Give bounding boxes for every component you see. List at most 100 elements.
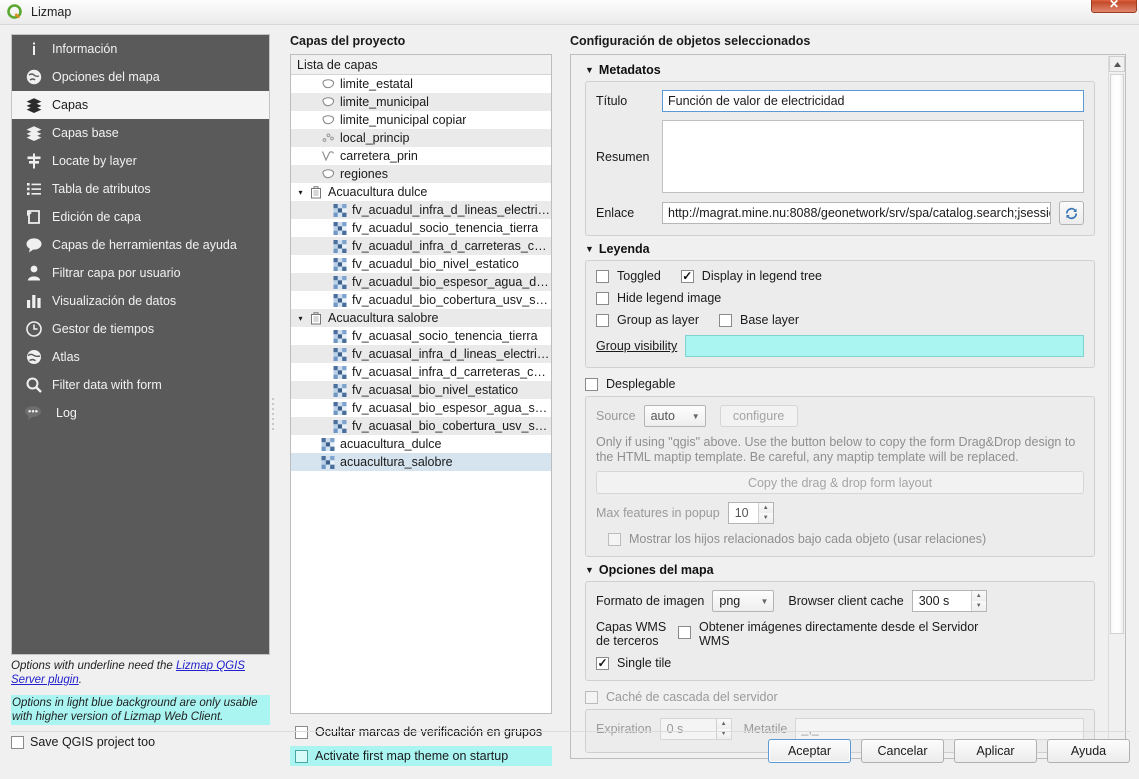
layer-tree-row[interactable]: fv_acuasal_bio_nivel_estatico: [291, 381, 551, 399]
sidebar-item-edicion-de-capa[interactable]: Edición de capa: [12, 203, 269, 231]
cancel-button[interactable]: Cancelar: [861, 739, 944, 763]
save-qgis-project-checkbox[interactable]: [11, 735, 24, 749]
window-title: Lizmap: [31, 5, 72, 19]
sidebar-item-log[interactable]: Log: [12, 399, 269, 427]
layer-tree-row[interactable]: fv_acuadul_bio_espesor_agua_du…: [291, 273, 551, 291]
sidebar-item-atlas[interactable]: Atlas: [12, 343, 269, 371]
sidebar-item-label: Atlas: [52, 350, 80, 364]
sidebar-item-tabla-de-atributos[interactable]: Tabla de atributos: [12, 175, 269, 203]
spinner-buttons[interactable]: ▲ ▼: [970, 591, 986, 611]
layer-tree-row[interactable]: fv_acuasal_infra_d_carreteras_ca…: [291, 363, 551, 381]
enlace-input[interactable]: http://magrat.mine.nu:8088/geonetwork/sr…: [662, 202, 1051, 224]
sidebar-item-gestor-de-tiempos[interactable]: Gestor de tiempos: [12, 315, 269, 343]
titulo-input[interactable]: Función de valor de electricidad: [662, 90, 1084, 112]
expiration-value: 0 s: [666, 722, 684, 736]
group-visibility-input[interactable]: [685, 335, 1084, 357]
source-select[interactable]: auto ▼: [643, 405, 706, 427]
leyenda-section-header[interactable]: ▼ Leyenda: [585, 242, 1095, 256]
layer-tree-row[interactable]: fv_acuadul_bio_nivel_estatico: [291, 255, 551, 273]
base-layer-checkbox[interactable]: [718, 313, 732, 327]
layer-tree-row[interactable]: limite_municipal copiar: [291, 111, 551, 129]
cascade-cache-checkbox[interactable]: [585, 690, 598, 704]
hide-legend-image-checkbox[interactable]: [596, 291, 609, 305]
refresh-icon[interactable]: [1059, 201, 1084, 225]
wms-direct-checkbox[interactable]: [678, 626, 691, 639]
accept-button[interactable]: Aceptar: [768, 739, 851, 763]
sidebar-item-informacion[interactable]: Información: [12, 35, 269, 63]
layer-tree[interactable]: limite_estatal limite_municipal limite_mun…: [291, 75, 551, 713]
help-button[interactable]: Ayuda: [1047, 739, 1130, 763]
toggled-checkbox[interactable]: [596, 269, 609, 283]
config-vertical-scrollbar[interactable]: [1108, 56, 1125, 758]
layer-tree-row[interactable]: limite_municipal: [291, 93, 551, 111]
metatile-input[interactable]: _,_: [795, 718, 1084, 740]
single-tile-row[interactable]: Single tile: [596, 656, 1084, 670]
layer-tree-row[interactable]: fv_acuadul_infra_d_carreteras_ca…: [291, 237, 551, 255]
layer-tree-row[interactable]: limite_estatal: [291, 75, 551, 93]
spinner-up-icon[interactable]: ▲: [971, 591, 986, 601]
layer-tree-row[interactable]: fv_acuasal_bio_cobertura_usv_svi…: [291, 417, 551, 435]
save-qgis-project-row[interactable]: Save QGIS project too: [11, 735, 270, 749]
layer-tree-row[interactable]: acuacultura_dulce: [291, 435, 551, 453]
desplegable-row[interactable]: Desplegable: [585, 377, 1095, 391]
layer-tree-row[interactable]: fv_acuasal_socio_tenencia_tierra: [291, 327, 551, 345]
scroll-up-button[interactable]: [1109, 56, 1125, 72]
group-as-layer-checkbox[interactable]: [596, 313, 609, 327]
sidebar-item-filter-data-with-form[interactable]: Filter data with form: [12, 371, 269, 399]
show-children-row[interactable]: Mostrar los hijos relacionados bajo cada…: [596, 532, 1084, 546]
activate-theme-row[interactable]: Activate first map theme on startup: [290, 746, 552, 766]
scrollbar-track[interactable]: [1109, 72, 1125, 743]
hide-checkmarks-checkbox[interactable]: [295, 725, 308, 739]
close-button[interactable]: ✕: [1091, 0, 1137, 13]
spinner-up-icon[interactable]: ▲: [716, 719, 731, 729]
layer-tree-row[interactable]: fv_acuasal_bio_espesor_agua_sal…: [291, 399, 551, 417]
layer-tree-row[interactable]: local_princip: [291, 129, 551, 147]
activate-theme-checkbox[interactable]: [295, 749, 308, 763]
browser-cache-label: Browser client cache: [788, 594, 904, 608]
spinner-buttons[interactable]: ▲ ▼: [715, 719, 731, 739]
expander-toggle-icon[interactable]: ▾: [294, 314, 307, 323]
sidebar-item-capas-base[interactable]: Capas base: [12, 119, 269, 147]
browser-cache-spinner[interactable]: 300 s ▲ ▼: [911, 590, 987, 612]
max-features-label: Max features in popup: [596, 506, 720, 520]
metadatos-section-header[interactable]: ▼ Metadatos: [585, 63, 1095, 77]
layer-tree-row[interactable]: ▾ Acuacultura dulce: [291, 183, 551, 201]
configure-button[interactable]: configure: [719, 405, 798, 427]
formato-imagen-select[interactable]: png ▼: [712, 590, 775, 612]
single-tile-checkbox[interactable]: [596, 656, 609, 670]
sidebar-item-label: Información: [52, 42, 118, 56]
spinner-down-icon[interactable]: ▼: [971, 601, 986, 611]
leyenda-title: Leyenda: [598, 242, 650, 256]
sidebar-item-locate-by-layer[interactable]: Locate by layer: [12, 147, 269, 175]
apply-button[interactable]: Aplicar: [954, 739, 1037, 763]
display-in-legend-tree-checkbox[interactable]: [680, 269, 694, 283]
splitter-handle[interactable]: [270, 395, 276, 435]
cascade-cache-row[interactable]: Caché de cascada del servidor: [585, 690, 1095, 704]
max-features-spinner[interactable]: 10 ▲ ▼: [727, 502, 774, 524]
expander-toggle-icon[interactable]: ▾: [294, 188, 307, 197]
scrollbar-thumb[interactable]: [1110, 74, 1124, 634]
sidebar-item-opciones-del-mapa[interactable]: Opciones del mapa: [12, 63, 269, 91]
sidebar-item-capas[interactable]: Capas: [12, 91, 269, 119]
layer-tree-row[interactable]: acuacultura_salobre: [291, 453, 551, 471]
show-children-checkbox[interactable]: [608, 532, 621, 546]
spinner-buttons[interactable]: ▲ ▼: [757, 503, 773, 523]
spinner-up-icon[interactable]: ▲: [758, 503, 773, 513]
layer-tree-row[interactable]: carretera_prin: [291, 147, 551, 165]
copy-form-layout-button[interactable]: Copy the drag & drop form layout: [596, 471, 1084, 494]
layer-tree-row[interactable]: fv_acuadul_infra_d_lineas_electric…: [291, 201, 551, 219]
spinner-down-icon[interactable]: ▼: [758, 513, 773, 523]
layer-tree-row[interactable]: fv_acuasal_infra_d_lineas_electricas: [291, 345, 551, 363]
resumen-textarea[interactable]: [662, 120, 1084, 193]
layer-tree-row[interactable]: ▾ Acuacultura salobre: [291, 309, 551, 327]
sidebar-item-capas-de-herramientas-de-ayuda[interactable]: Capas de herramientas de ayuda: [12, 231, 269, 259]
desplegable-checkbox[interactable]: [585, 377, 598, 391]
expiration-spinner[interactable]: 0 s ▲ ▼: [659, 718, 732, 740]
sidebar-item-visualizacion-de-datos[interactable]: Visualización de datos: [12, 287, 269, 315]
hide-checkmarks-row[interactable]: Ocultar marcas de verificación en grupos: [290, 722, 552, 742]
opciones-mapa-section-header[interactable]: ▼ Opciones del mapa: [585, 563, 1095, 577]
layer-tree-row[interactable]: regiones: [291, 165, 551, 183]
layer-tree-row[interactable]: fv_acuadul_bio_cobertura_usv_sv…: [291, 291, 551, 309]
sidebar-item-filtrar-capa-por-usuario[interactable]: Filtrar capa por usuario: [12, 259, 269, 287]
layer-tree-row[interactable]: fv_acuadul_socio_tenencia_tierra: [291, 219, 551, 237]
